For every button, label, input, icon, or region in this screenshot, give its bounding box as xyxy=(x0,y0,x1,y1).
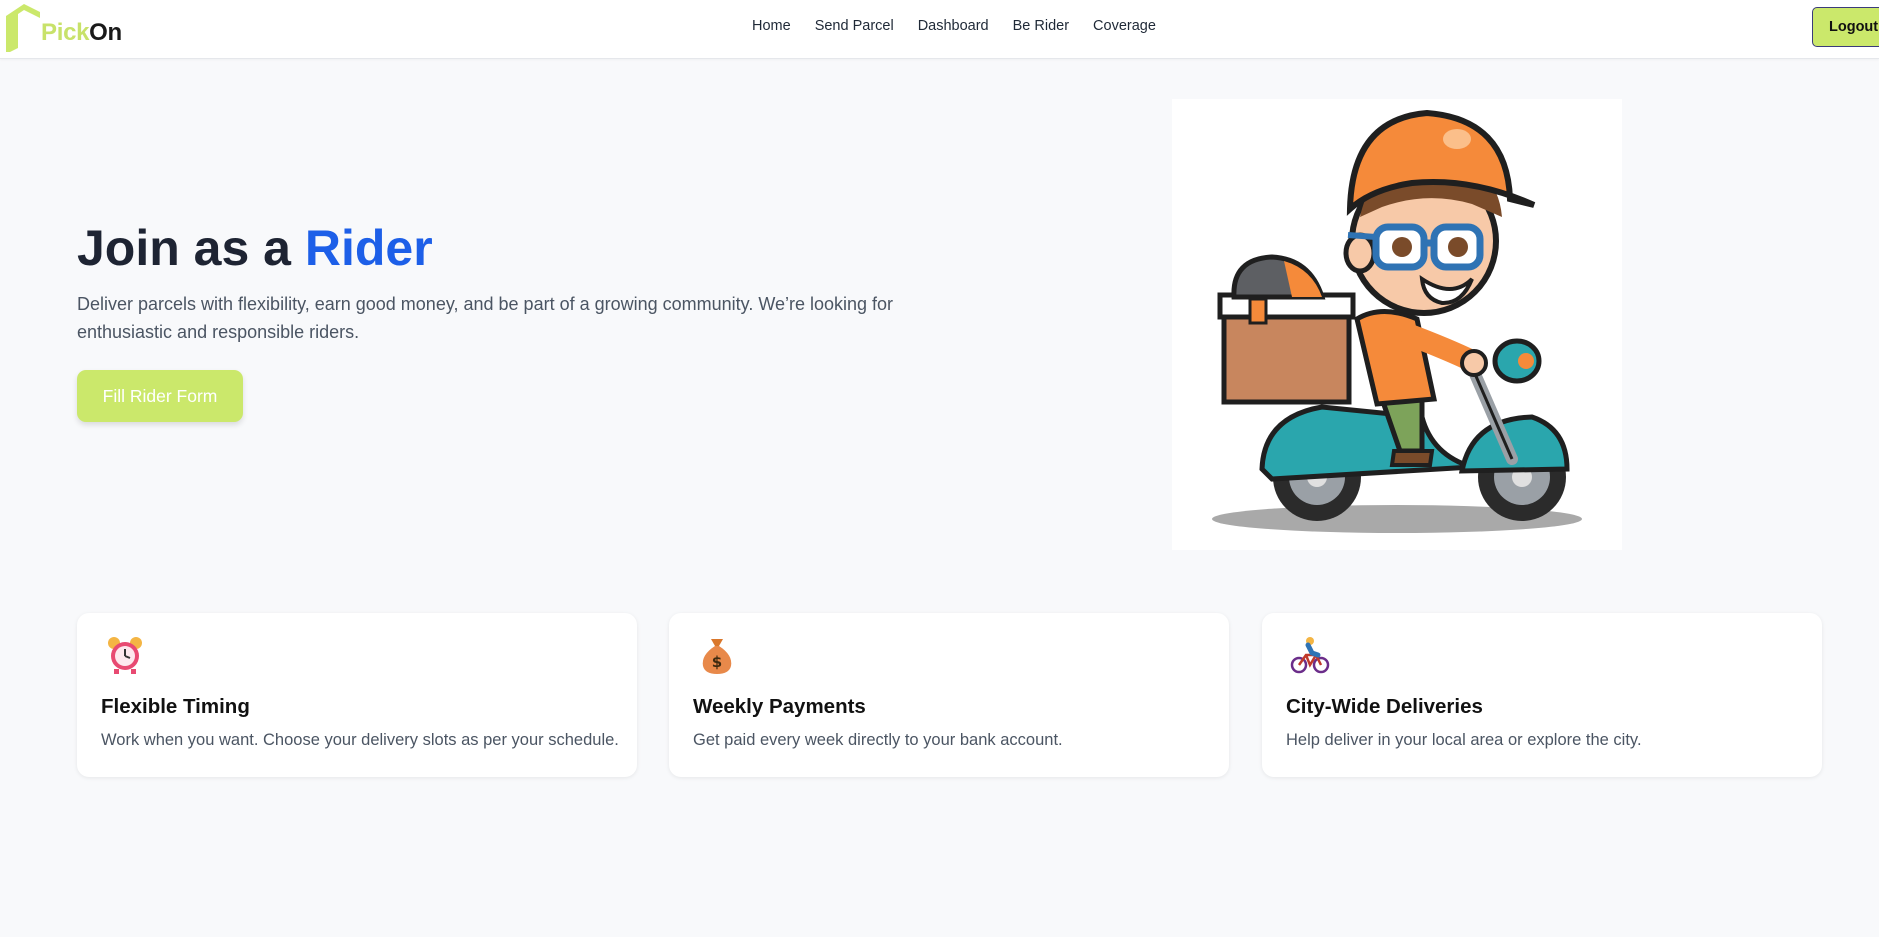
cyclist-icon xyxy=(1290,637,1330,674)
brand-logo[interactable]: PickOn xyxy=(5,4,122,52)
feature-description: Help deliver in your local area or explo… xyxy=(1286,731,1642,749)
svg-text:$: $ xyxy=(712,653,722,671)
logout-button[interactable]: Logout xyxy=(1812,7,1879,47)
feature-description: Get paid every week directly to your ban… xyxy=(693,731,1063,749)
rider-illustration xyxy=(1172,99,1622,550)
brand-name: PickOn xyxy=(41,19,122,46)
feature-title: City-Wide Deliveries xyxy=(1286,695,1483,718)
nav-link-dashboard[interactable]: Dashboard xyxy=(906,17,1001,35)
money-bag-icon: $ xyxy=(702,639,732,674)
nav-link-coverage[interactable]: Coverage xyxy=(1081,17,1168,35)
nav-link-send-parcel[interactable]: Send Parcel xyxy=(803,17,906,35)
feature-description: Work when you want. Choose your delivery… xyxy=(101,731,619,749)
hero-title-accent: Rider xyxy=(304,220,433,276)
feature-card-city-wide-deliveries: City-Wide Deliveries Help deliver in you… xyxy=(1262,613,1822,777)
feature-title: Weekly Payments xyxy=(693,695,866,718)
nav-link-home[interactable]: Home xyxy=(740,17,803,35)
feature-card-weekly-payments: $ Weekly Payments Get paid every week di… xyxy=(669,613,1229,777)
alarm-clock-icon xyxy=(108,637,142,674)
navbar: PickOn Home Send Parcel Dashboard Be Rid… xyxy=(0,0,1879,59)
main-nav: Home Send Parcel Dashboard Be Rider Cove… xyxy=(740,17,1168,35)
logo-mark-icon xyxy=(6,4,40,52)
feature-title: Flexible Timing xyxy=(101,695,250,718)
hero-title-prefix: Join as a xyxy=(77,220,305,276)
hero-title: Join as a Rider xyxy=(77,218,433,278)
fill-rider-form-button[interactable]: Fill Rider Form xyxy=(77,370,243,422)
rider-scooter-illustration xyxy=(1212,109,1582,533)
hero-description: Deliver parcels with flexibility, earn g… xyxy=(77,294,894,342)
feature-card-flexible-timing: Flexible Timing Work when you want. Choo… xyxy=(77,613,637,777)
nav-link-be-rider[interactable]: Be Rider xyxy=(1001,17,1081,35)
